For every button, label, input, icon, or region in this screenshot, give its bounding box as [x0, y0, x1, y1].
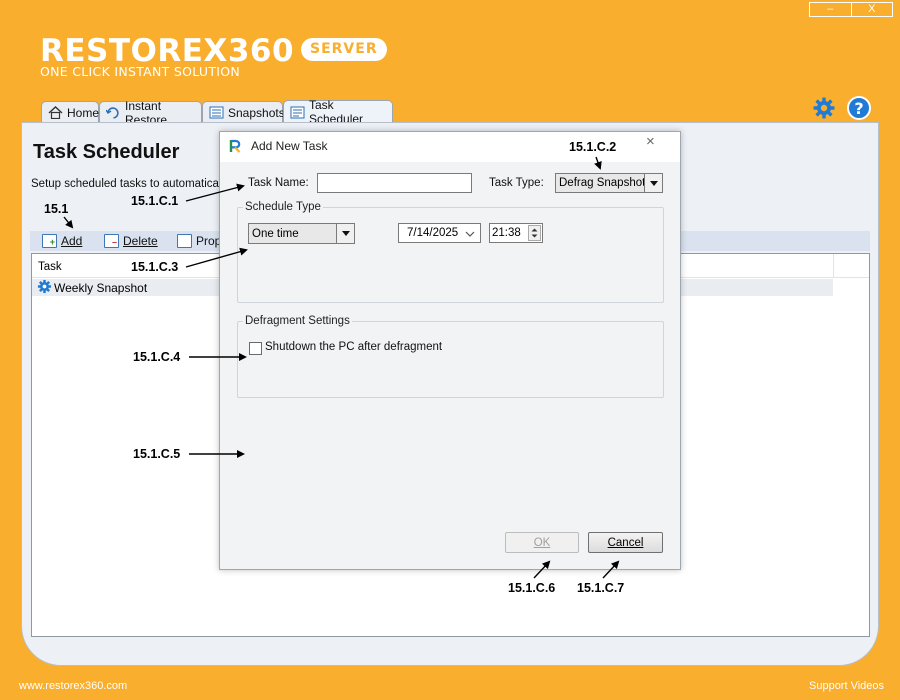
footer-support-link[interactable]: Support Videos [809, 680, 884, 692]
settings-gear-icon[interactable] [812, 96, 836, 120]
schedule-type-group [237, 207, 664, 303]
scheduler-icon [290, 106, 305, 119]
tab-snapshots[interactable]: Snapshots [202, 101, 285, 123]
minimize-button[interactable]: – [809, 2, 852, 17]
time-stepper[interactable]: 21:38 [489, 223, 543, 243]
task-type-dropdown[interactable]: Defrag Snapshots [555, 173, 663, 193]
task-gear-icon [37, 279, 52, 294]
properties-button[interactable]: Prop [177, 232, 221, 250]
add-button[interactable]: + Add [42, 232, 82, 250]
schedule-type-dropdown[interactable]: One time [248, 223, 355, 244]
brand-badge: SERVER [301, 38, 387, 61]
home-icon [48, 106, 63, 120]
shutdown-checkbox[interactable] [249, 342, 262, 355]
schedule-type-value: One time [252, 227, 299, 240]
annotation-15-1: 15.1 [44, 202, 69, 216]
ok-button[interactable]: OK [505, 532, 579, 553]
annotation-15-1-c-5: 15.1.C.5 [133, 447, 181, 461]
properties-button-label: Prop [196, 234, 222, 248]
annotation-15-1-c-4: 15.1.C.4 [133, 350, 181, 364]
defragment-settings-group [237, 321, 664, 398]
tab-home[interactable]: Home [41, 101, 99, 123]
app-logo-icon [229, 139, 241, 153]
delete-button-label: Delete [123, 234, 158, 248]
page-title: Task Scheduler [33, 141, 180, 163]
chevron-down-icon [336, 224, 354, 243]
chevron-down-icon [644, 174, 662, 192]
task-name-label: Task Name: [248, 177, 309, 189]
dialog-title: Add New Task [251, 139, 328, 153]
help-icon[interactable]: ? [847, 96, 871, 120]
page-description: Setup scheduled tasks to automatically [31, 178, 230, 190]
task-name-input[interactable] [317, 173, 472, 193]
restore-icon [105, 106, 121, 119]
footer-website-link[interactable]: www.restorex360.com [19, 680, 127, 692]
defragment-settings-group-title: Defragment Settings [243, 315, 352, 327]
date-picker[interactable]: 7/14/2025 [398, 223, 481, 243]
chevron-down-icon [465, 229, 475, 241]
shutdown-label: Shutdown the PC after defragment [265, 341, 443, 353]
time-value: 21:38 [492, 227, 521, 239]
add-task-icon: + [42, 234, 57, 248]
dialog-close-button[interactable]: × [646, 133, 655, 150]
task-type-label: Task Type: [489, 177, 544, 189]
tab-instant-restore[interactable]: Instant Restore [99, 99, 202, 127]
annotation-15-1-c-1: 15.1.C.1 [131, 194, 179, 208]
snapshots-icon [209, 106, 224, 119]
annotation-15-1-c-3: 15.1.C.3 [131, 260, 179, 274]
delete-button[interactable]: – Delete [104, 232, 158, 250]
cancel-button[interactable]: Cancel [588, 532, 663, 553]
date-value: 7/14/2025 [407, 227, 459, 239]
task-name-cell: Weekly Snapshot [54, 281, 148, 295]
grid-column-task[interactable]: Task [38, 261, 62, 273]
schedule-type-group-title: Schedule Type [243, 201, 323, 213]
spin-arrows-icon[interactable] [528, 225, 541, 241]
tab-snapshots-label: Snapshots [228, 105, 285, 120]
delete-task-icon: – [104, 234, 119, 248]
task-type-value: Defrag Snapshots [559, 177, 647, 189]
brand-tagline: ONE CLICK INSTANT SOLUTION [40, 64, 241, 79]
grid-column-separator [833, 254, 834, 278]
annotation-15-1-c-2: 15.1.C.2 [569, 140, 617, 154]
properties-icon [177, 234, 192, 248]
tab-task-scheduler[interactable]: Task Scheduler [283, 98, 393, 126]
close-window-button[interactable]: X [851, 2, 893, 17]
tab-home-label: Home [67, 105, 100, 120]
annotation-15-1-c-6: 15.1.C.6 [508, 581, 556, 595]
window-controls: – X [809, 2, 893, 17]
annotation-15-1-c-7: 15.1.C.7 [577, 581, 625, 595]
add-button-label: Add [61, 234, 83, 248]
